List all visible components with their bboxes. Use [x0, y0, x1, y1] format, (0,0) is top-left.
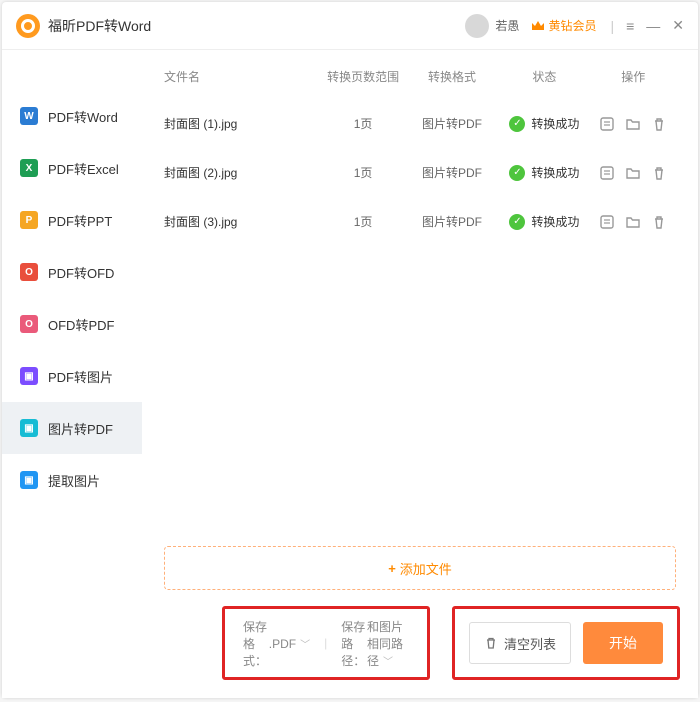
sidebar-item-pdf-to-image[interactable]: ▣ PDF转图片 [2, 350, 142, 402]
trash-icon[interactable] [651, 116, 667, 132]
table-header: 文件名 转换页数范围 转换格式 状态 操作 [142, 50, 698, 99]
sidebar-item-extract-image[interactable]: ▣ 提取图片 [2, 454, 142, 506]
cell-range: 1页 [320, 164, 405, 181]
clear-label: 清空列表 [504, 634, 556, 653]
cell-range: 1页 [320, 213, 405, 230]
excel-icon: X [20, 159, 38, 177]
nav-label: PDF转图片 [48, 367, 113, 386]
sidebar: W PDF转Word X PDF转Excel P PDF转PPT O PDF转OFD O… [2, 50, 142, 698]
app-title: 福昕PDF转Word [48, 16, 151, 36]
word-icon: W [20, 107, 38, 125]
image-icon: ▣ [20, 367, 38, 385]
th-name: 文件名 [164, 68, 320, 85]
crown-icon [531, 20, 545, 32]
close-icon[interactable]: ✕ [672, 17, 684, 34]
status-badge: ✓转换成功 [509, 115, 579, 132]
folder-icon[interactable] [625, 116, 641, 132]
extract-icon: ▣ [20, 471, 38, 489]
check-icon: ✓ [509, 165, 525, 181]
clear-list-button[interactable]: 清空列表 [469, 622, 571, 664]
nav-label: 提取图片 [48, 471, 100, 490]
th-range: 转换页数范围 [320, 68, 405, 85]
add-file-button[interactable]: + 添加文件 [164, 546, 676, 590]
sidebar-item-pdf-to-excel[interactable]: X PDF转Excel [2, 142, 142, 194]
th-status: 状态 [498, 68, 590, 85]
nav-label: PDF转Excel [48, 159, 119, 178]
trash-icon [484, 636, 498, 650]
avatar[interactable] [465, 14, 489, 38]
divider: | [324, 636, 327, 650]
options-panel: 保存格式： .PDF﹀ | 保存路径： 和图片相同路径﹀ [222, 606, 430, 680]
save-format-select[interactable]: .PDF﹀ [269, 636, 310, 651]
table-row: 封面图 (1).jpg 1页 图片转PDF ✓转换成功 [142, 99, 698, 148]
view-icon[interactable] [599, 214, 615, 230]
user-name[interactable]: 若愚 [495, 17, 519, 34]
view-icon[interactable] [599, 116, 615, 132]
trash-icon[interactable] [651, 214, 667, 230]
minimize-icon[interactable]: — [646, 18, 660, 34]
cell-range: 1页 [320, 115, 405, 132]
vip-label: 黄钻会员 [548, 17, 596, 34]
view-icon[interactable] [599, 165, 615, 181]
cell-format: 图片转PDF [406, 164, 498, 181]
main-panel: 文件名 转换页数范围 转换格式 状态 操作 封面图 (1).jpg 1页 图片转… [142, 50, 698, 698]
nav-label: 图片转PDF [48, 419, 113, 438]
app-window: 福昕PDF转Word 若愚 黄钻会员 | ≡ — ✕ W PDF转Word X PD… [2, 2, 698, 698]
chevron-down-icon: ﹀ [300, 640, 310, 651]
ppt-icon: P [20, 211, 38, 229]
table-row: 封面图 (2).jpg 1页 图片转PDF ✓转换成功 [142, 148, 698, 197]
sidebar-item-image-to-pdf[interactable]: ▣ 图片转PDF [2, 402, 142, 454]
titlebar: 福昕PDF转Word 若愚 黄钻会员 | ≡ — ✕ [2, 2, 698, 50]
ofd-icon: O [20, 263, 38, 281]
sidebar-item-pdf-to-word[interactable]: W PDF转Word [2, 90, 142, 142]
app-logo [16, 14, 40, 38]
nav-label: OFD转PDF [48, 315, 114, 334]
status-badge: ✓转换成功 [509, 213, 579, 230]
cell-filename: 封面图 (2).jpg [164, 164, 320, 181]
table-row: 封面图 (3).jpg 1页 图片转PDF ✓转换成功 [142, 197, 698, 246]
chevron-down-icon: ﹀ [383, 657, 393, 668]
status-badge: ✓转换成功 [509, 164, 579, 181]
window-controls: | ≡ — ✕ [610, 17, 684, 34]
divider: | [610, 18, 614, 34]
trash-icon[interactable] [651, 165, 667, 181]
sidebar-item-pdf-to-ppt[interactable]: P PDF转PPT [2, 194, 142, 246]
nav-label: PDF转OFD [48, 263, 114, 282]
nav-label: PDF转PPT [48, 211, 112, 230]
bottom-bar: 保存格式： .PDF﹀ | 保存路径： 和图片相同路径﹀ 清空列表 开始 [142, 594, 698, 698]
cell-format: 图片转PDF [406, 115, 498, 132]
nav-label: PDF转Word [48, 107, 118, 126]
cell-filename: 封面图 (1).jpg [164, 115, 320, 132]
check-icon: ✓ [509, 116, 525, 132]
save-path-select[interactable]: 和图片相同路径﹀ [367, 618, 409, 669]
th-format: 转换格式 [406, 68, 498, 85]
check-icon: ✓ [509, 214, 525, 230]
start-button[interactable]: 开始 [583, 622, 663, 664]
sidebar-item-pdf-to-ofd[interactable]: O PDF转OFD [2, 246, 142, 298]
add-file-label: 添加文件 [400, 559, 452, 578]
folder-icon[interactable] [625, 214, 641, 230]
save-format-label: 保存格式： [243, 618, 269, 669]
th-ops: 操作 [591, 68, 676, 85]
menu-icon[interactable]: ≡ [626, 18, 634, 34]
plus-icon: + [388, 561, 396, 576]
ofd2-icon: O [20, 315, 38, 333]
action-buttons: 清空列表 开始 [452, 606, 680, 680]
image2-icon: ▣ [20, 419, 38, 437]
sidebar-item-ofd-to-pdf[interactable]: O OFD转PDF [2, 298, 142, 350]
cell-filename: 封面图 (3).jpg [164, 213, 320, 230]
folder-icon[interactable] [625, 165, 641, 181]
vip-badge[interactable]: 黄钻会员 [531, 17, 596, 34]
save-path-label: 保存路径： [341, 618, 367, 669]
cell-format: 图片转PDF [406, 213, 498, 230]
